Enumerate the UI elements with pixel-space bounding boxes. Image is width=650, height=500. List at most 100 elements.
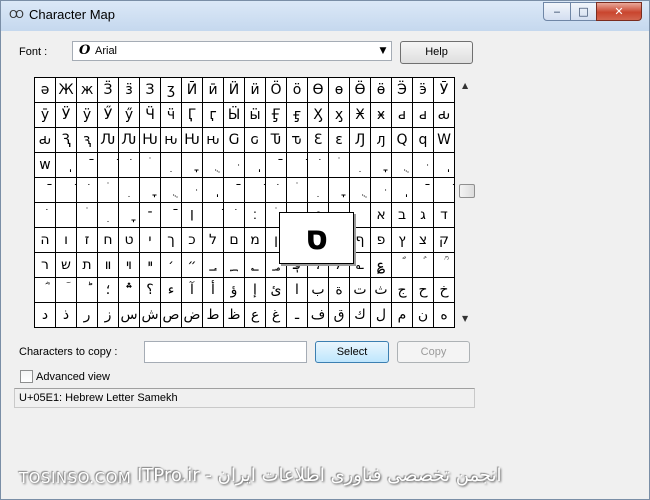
char-cell[interactable]: ؛ bbox=[98, 278, 119, 303]
char-cell[interactable]: ԏ bbox=[287, 128, 308, 153]
char-cell[interactable]: ־ bbox=[140, 203, 161, 228]
char-cell[interactable]: י bbox=[140, 228, 161, 253]
char-cell[interactable]: ө bbox=[329, 78, 350, 103]
char-cell[interactable]: ذ bbox=[56, 303, 77, 328]
char-cell[interactable]: ؁ bbox=[224, 253, 245, 278]
char-cell[interactable]: צ bbox=[413, 228, 434, 253]
char-cell[interactable]: כ bbox=[182, 228, 203, 253]
char-cell[interactable]: Ԏ bbox=[266, 128, 287, 153]
char-cell[interactable]: Ԇ bbox=[56, 128, 77, 153]
char-cell[interactable]: ع bbox=[245, 303, 266, 328]
char-cell[interactable]: Ԉ bbox=[98, 128, 119, 153]
char-cell[interactable]: ׂ bbox=[308, 153, 329, 178]
advanced-view-checkbox[interactable] bbox=[20, 370, 33, 383]
char-cell[interactable]: ش bbox=[140, 303, 161, 328]
char-cell[interactable]: ؔ bbox=[56, 278, 77, 303]
char-cell[interactable]: ׇ bbox=[119, 203, 140, 228]
char-cell[interactable]: ֿ bbox=[266, 153, 287, 178]
char-cell[interactable]: ԇ bbox=[77, 128, 98, 153]
char-cell[interactable]: ؟ bbox=[140, 278, 161, 303]
copy-button[interactable]: Copy bbox=[397, 341, 470, 363]
char-cell[interactable]: ֿ bbox=[413, 178, 434, 203]
char-cell[interactable]: ֽ bbox=[245, 153, 266, 178]
scrollbar-thumb[interactable] bbox=[459, 184, 475, 198]
char-cell[interactable]: ԍ bbox=[245, 128, 266, 153]
char-cell[interactable]: ԓ bbox=[371, 128, 392, 153]
char-cell[interactable]: Ӫ bbox=[350, 78, 371, 103]
char-cell[interactable]: ؏ bbox=[371, 253, 392, 278]
char-cell[interactable]: Ӯ bbox=[434, 78, 455, 103]
char-cell[interactable]: װ bbox=[98, 253, 119, 278]
char-cell[interactable]: ֽ bbox=[392, 178, 413, 203]
char-cell[interactable]: ׅ bbox=[308, 178, 329, 203]
char-cell[interactable]: ױ bbox=[119, 253, 140, 278]
char-cell[interactable]: ׅ bbox=[119, 178, 140, 203]
char-cell[interactable]: ؂ bbox=[245, 253, 266, 278]
char-cell[interactable]: ط bbox=[203, 303, 224, 328]
char-cell[interactable]: ׄ bbox=[287, 178, 308, 203]
char-cell[interactable]: ق bbox=[329, 303, 350, 328]
char-cell[interactable]: ׁ bbox=[434, 178, 455, 203]
char-cell[interactable]: Ӵ bbox=[140, 103, 161, 128]
char-cell[interactable]: إ bbox=[245, 278, 266, 303]
char-cell[interactable]: ӣ bbox=[203, 78, 224, 103]
char-cell[interactable]: Ӻ bbox=[266, 103, 287, 128]
char-cell[interactable]: ֿ bbox=[161, 203, 182, 228]
char-cell[interactable]: Ԉ bbox=[119, 128, 140, 153]
char-cell[interactable]: Ж bbox=[56, 78, 77, 103]
char-cell[interactable]: ا bbox=[287, 278, 308, 303]
char-cell[interactable]: ׂ bbox=[35, 203, 56, 228]
char-cell[interactable]: Ӷ bbox=[182, 103, 203, 128]
char-cell[interactable]: ك bbox=[350, 303, 371, 328]
char-cell[interactable]: פ bbox=[371, 228, 392, 253]
char-cell[interactable]: ʒ bbox=[161, 78, 182, 103]
char-cell[interactable]: Ӱ bbox=[56, 103, 77, 128]
char-cell[interactable]: ּ bbox=[182, 178, 203, 203]
char-cell[interactable]: Ԋ bbox=[182, 128, 203, 153]
minimize-button[interactable]: ‒ bbox=[543, 2, 571, 21]
char-cell[interactable]: ׄ bbox=[140, 153, 161, 178]
char-cell[interactable]: ل bbox=[371, 303, 392, 328]
char-cell[interactable]: م bbox=[392, 303, 413, 328]
char-cell[interactable]: ר bbox=[35, 253, 56, 278]
char-cell[interactable]: ص bbox=[161, 303, 182, 328]
char-cell[interactable]: ə bbox=[35, 78, 56, 103]
char-cell[interactable]: ر bbox=[77, 303, 98, 328]
char-cell[interactable]: מ bbox=[245, 228, 266, 253]
char-cell[interactable]: ӷ bbox=[203, 103, 224, 128]
char-cell[interactable]: ֻ bbox=[350, 178, 371, 203]
char-cell[interactable]: ز bbox=[98, 303, 119, 328]
char-cell[interactable]: ז bbox=[77, 228, 98, 253]
character-grid[interactable]: əЖжӞӟЗʒӢӣӤӥӦӧӨөӪӫӬӭӮӯӰӱӲӳӴӵӶӷӸӹӺӻӼӽӾӿԁԁԃ… bbox=[34, 77, 455, 328]
char-cell[interactable]: ג bbox=[413, 203, 434, 228]
char-cell[interactable]: Ӟ bbox=[98, 78, 119, 103]
char-cell[interactable]: ӵ bbox=[161, 103, 182, 128]
char-cell[interactable]: Ӹ bbox=[224, 103, 245, 128]
char-cell[interactable]: ɛ bbox=[329, 128, 350, 153]
char-cell[interactable]: آ bbox=[182, 278, 203, 303]
char-cell[interactable]: ּ bbox=[224, 153, 245, 178]
char-cell[interactable]: ظ bbox=[224, 303, 245, 328]
char-cell[interactable]: ת bbox=[77, 253, 98, 278]
char-cell[interactable]: ׀ bbox=[182, 203, 203, 228]
char-cell[interactable]: ԃ bbox=[434, 103, 455, 128]
char-cell[interactable]: ث bbox=[371, 278, 392, 303]
char-cell[interactable]: ӧ bbox=[287, 78, 308, 103]
char-cell[interactable]: Ԍ bbox=[224, 128, 245, 153]
scroll-up-arrow-icon[interactable]: ▲ bbox=[462, 81, 468, 90]
char-cell[interactable]: Ӿ bbox=[350, 103, 371, 128]
char-cell[interactable]: Ԝ bbox=[434, 128, 455, 153]
char-cell[interactable]: ֽ bbox=[56, 153, 77, 178]
char-cell[interactable]: خ bbox=[434, 278, 455, 303]
select-button[interactable]: Select bbox=[315, 341, 389, 363]
char-cell[interactable]: ӯ bbox=[35, 103, 56, 128]
char-cell[interactable]: ֽ bbox=[434, 153, 455, 178]
chevron-down-icon[interactable]: ▼ bbox=[377, 45, 389, 57]
title-bar[interactable]: Ꝏ Character Map ‒ □ ✕ bbox=[1, 1, 649, 31]
char-cell[interactable]: ء bbox=[161, 278, 182, 303]
char-cell[interactable]: ؑ bbox=[413, 253, 434, 278]
char-cell[interactable]: ׇ bbox=[182, 153, 203, 178]
char-cell[interactable]: ئ bbox=[266, 278, 287, 303]
char-cell[interactable]: ب bbox=[308, 278, 329, 303]
char-cell[interactable]: ֿ bbox=[224, 178, 245, 203]
